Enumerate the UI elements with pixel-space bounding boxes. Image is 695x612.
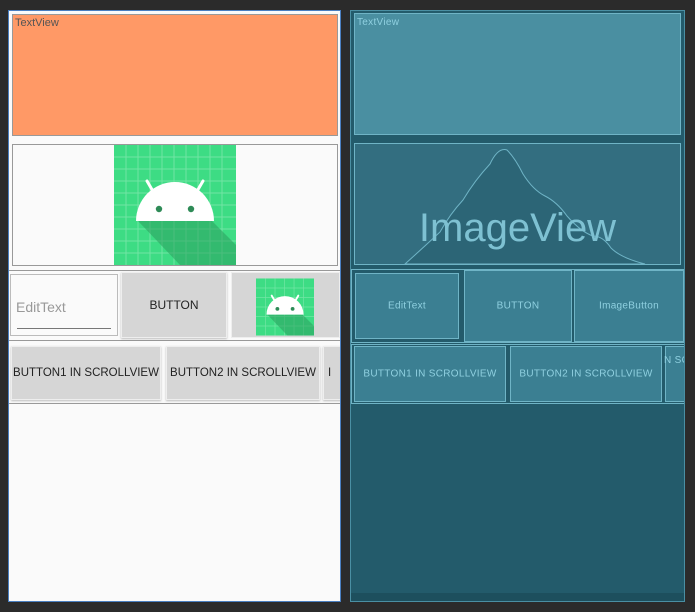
blueprint-scroll-button-1-label: BUTTON1 IN SCROLLVIEW xyxy=(363,368,497,380)
horizontal-scrollview[interactable]: BUTTON1 IN SCROLLVIEW BUTTON2 IN SCROLLV… xyxy=(9,344,340,404)
blueprint-button[interactable]: BUTTON xyxy=(464,270,572,342)
android-logo-icon xyxy=(256,278,314,336)
blueprint-imagebutton[interactable]: ImageButton xyxy=(574,270,684,342)
blueprint-imageview[interactable]: ImageView xyxy=(354,143,681,265)
textview-label: TextView xyxy=(15,17,59,29)
blueprint-scroll-button-3-label: N SC xyxy=(664,355,684,366)
blueprint-scroll-button-2[interactable]: BUTTON2 IN SCROLLVIEW xyxy=(510,346,662,402)
blueprint-scroll-button-3[interactable]: N SC xyxy=(664,346,684,402)
edittext-hint: EditText xyxy=(16,299,66,315)
scroll-button-3[interactable]: I xyxy=(323,346,340,400)
blueprint-scroll-button-2-label: BUTTON2 IN SCROLLVIEW xyxy=(519,368,653,380)
blueprint-textview-label: TextView xyxy=(357,17,400,28)
horizontal-row: EditText BUTTON xyxy=(9,270,340,341)
scroll-button-2[interactable]: BUTTON2 IN SCROLLVIEW xyxy=(166,346,320,400)
imageview-preview[interactable] xyxy=(12,144,338,266)
blueprint-imageview-label: ImageView xyxy=(418,206,617,250)
blueprint-scroll-button-1[interactable]: BUTTON1 IN SCROLLVIEW xyxy=(354,346,506,402)
textview-preview[interactable]: TextView xyxy=(12,14,338,136)
design-surface: TextView EditText BUTTON BUTTON1 IN SCRO… xyxy=(8,10,341,602)
blueprint-imagebutton-label: ImageButton xyxy=(598,300,659,312)
blueprint-button-label: BUTTON xyxy=(496,300,540,312)
edittext-underline xyxy=(17,328,111,329)
blueprint-surface: TextView ImageView EditText BUTTON Image… xyxy=(350,10,685,602)
blueprint-edittext-label: EditText xyxy=(388,300,426,312)
android-logo-icon xyxy=(114,145,236,265)
scroll-button-1[interactable]: BUTTON1 IN SCROLLVIEW xyxy=(11,346,161,400)
button-preview[interactable]: BUTTON xyxy=(121,272,227,338)
blueprint-textview[interactable]: TextView xyxy=(354,13,681,135)
edittext-field[interactable]: EditText xyxy=(10,274,118,336)
imagebutton-preview[interactable] xyxy=(231,272,340,338)
blueprint-bottom-strip xyxy=(351,593,684,601)
blueprint-edittext[interactable]: EditText xyxy=(355,273,459,339)
